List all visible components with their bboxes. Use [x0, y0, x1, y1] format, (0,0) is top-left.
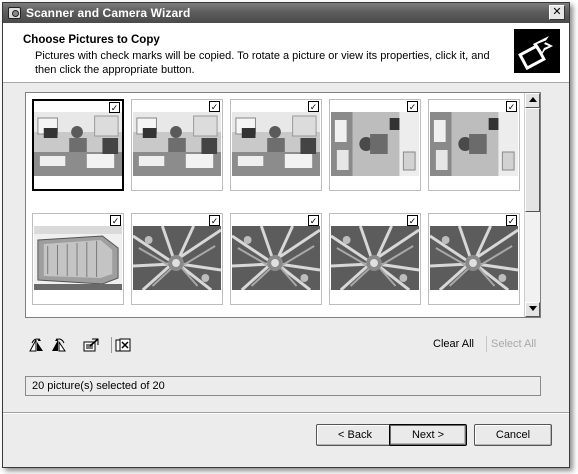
thumbnail-item[interactable]: ✓ [32, 213, 124, 305]
selection-status: 20 picture(s) selected of 20 [25, 376, 541, 396]
select-all-button[interactable]: Select All [491, 338, 536, 350]
thumbnail-photo [34, 112, 122, 176]
close-button[interactable]: ✕ [549, 5, 565, 20]
thumbnail-photo [430, 112, 518, 176]
thumbnail-checkbox[interactable]: ✓ [407, 215, 418, 226]
thumbnail-checkbox[interactable]: ✓ [506, 101, 517, 112]
title-bar[interactable]: Scanner and Camera Wizard ✕ [3, 3, 569, 23]
delete-icon[interactable] [113, 335, 133, 355]
back-button[interactable]: < Back [316, 424, 394, 446]
scroll-up-button[interactable] [525, 93, 540, 108]
thumbnail-checkbox[interactable]: ✓ [308, 101, 319, 112]
thumbnail-grid: ✓ ✓ ✓ ✓ ✓ ✓ ✓ ✓ ✓ ✓ [26, 93, 524, 317]
thumbnail-item[interactable]: ✓ [428, 213, 520, 305]
thumbnail-item[interactable]: ✓ [230, 99, 322, 191]
link-separator [486, 336, 487, 352]
arrow-down-icon [528, 306, 537, 311]
thumbnail-photo [232, 112, 320, 176]
wizard-window: Scanner and Camera Wizard ✕ Choose Pictu… [2, 2, 570, 468]
thumbnail-photo [331, 112, 419, 176]
cancel-button[interactable]: Cancel [474, 424, 552, 446]
scroll-thumb[interactable] [525, 108, 540, 212]
thumbnail-photo [133, 226, 221, 290]
arrow-up-icon [528, 97, 537, 102]
thumbnail-list[interactable]: ✓ ✓ ✓ ✓ ✓ ✓ ✓ ✓ ✓ ✓ [25, 92, 541, 318]
thumbnail-photo [331, 226, 419, 290]
thumbnail-photo [34, 226, 122, 290]
thumbnail-item[interactable]: ✓ [329, 213, 421, 305]
picture-toolbar: Clear All Select All [27, 335, 541, 355]
thumbnail-checkbox[interactable]: ✓ [209, 101, 220, 112]
camera-icon [8, 7, 21, 19]
page-title: Choose Pictures to Copy [23, 34, 160, 46]
window-title: Scanner and Camera Wizard [26, 6, 191, 20]
footer-divider [3, 412, 569, 414]
thumbnail-item[interactable]: ✓ [32, 99, 124, 191]
thumbnail-checkbox[interactable]: ✓ [110, 215, 121, 226]
thumbnail-photo [133, 112, 221, 176]
thumbnail-item[interactable]: ✓ [131, 213, 223, 305]
status-text: 20 picture(s) selected of 20 [32, 380, 165, 392]
thumbnail-checkbox[interactable]: ✓ [407, 101, 418, 112]
thumbnail-item[interactable]: ✓ [230, 213, 322, 305]
clear-all-button[interactable]: Clear All [433, 338, 474, 350]
rotate-counterclockwise-icon[interactable] [49, 335, 69, 355]
thumbnail-item[interactable]: ✓ [329, 99, 421, 191]
rotate-clockwise-icon[interactable] [27, 335, 47, 355]
page-subtitle: Pictures with check marks will be copied… [35, 50, 490, 76]
wizard-header: Choose Pictures to Copy Pictures with ch… [3, 23, 569, 83]
thumbnail-checkbox[interactable]: ✓ [209, 215, 220, 226]
properties-icon[interactable] [81, 335, 101, 355]
thumbnail-item[interactable]: ✓ [131, 99, 223, 191]
thumbnail-checkbox[interactable]: ✓ [109, 102, 120, 113]
thumbnail-checkbox[interactable]: ✓ [506, 215, 517, 226]
wizard-logo-icon [514, 29, 560, 73]
thumbnail-checkbox[interactable]: ✓ [308, 215, 319, 226]
thumbnail-photo [430, 226, 518, 290]
scroll-down-button[interactable] [525, 302, 540, 317]
thumbnail-photo [232, 226, 320, 290]
next-button[interactable]: Next > [389, 424, 467, 446]
toolbar-separator [111, 337, 112, 353]
thumbnail-item[interactable]: ✓ [428, 99, 520, 191]
vertical-scrollbar[interactable] [524, 93, 540, 317]
